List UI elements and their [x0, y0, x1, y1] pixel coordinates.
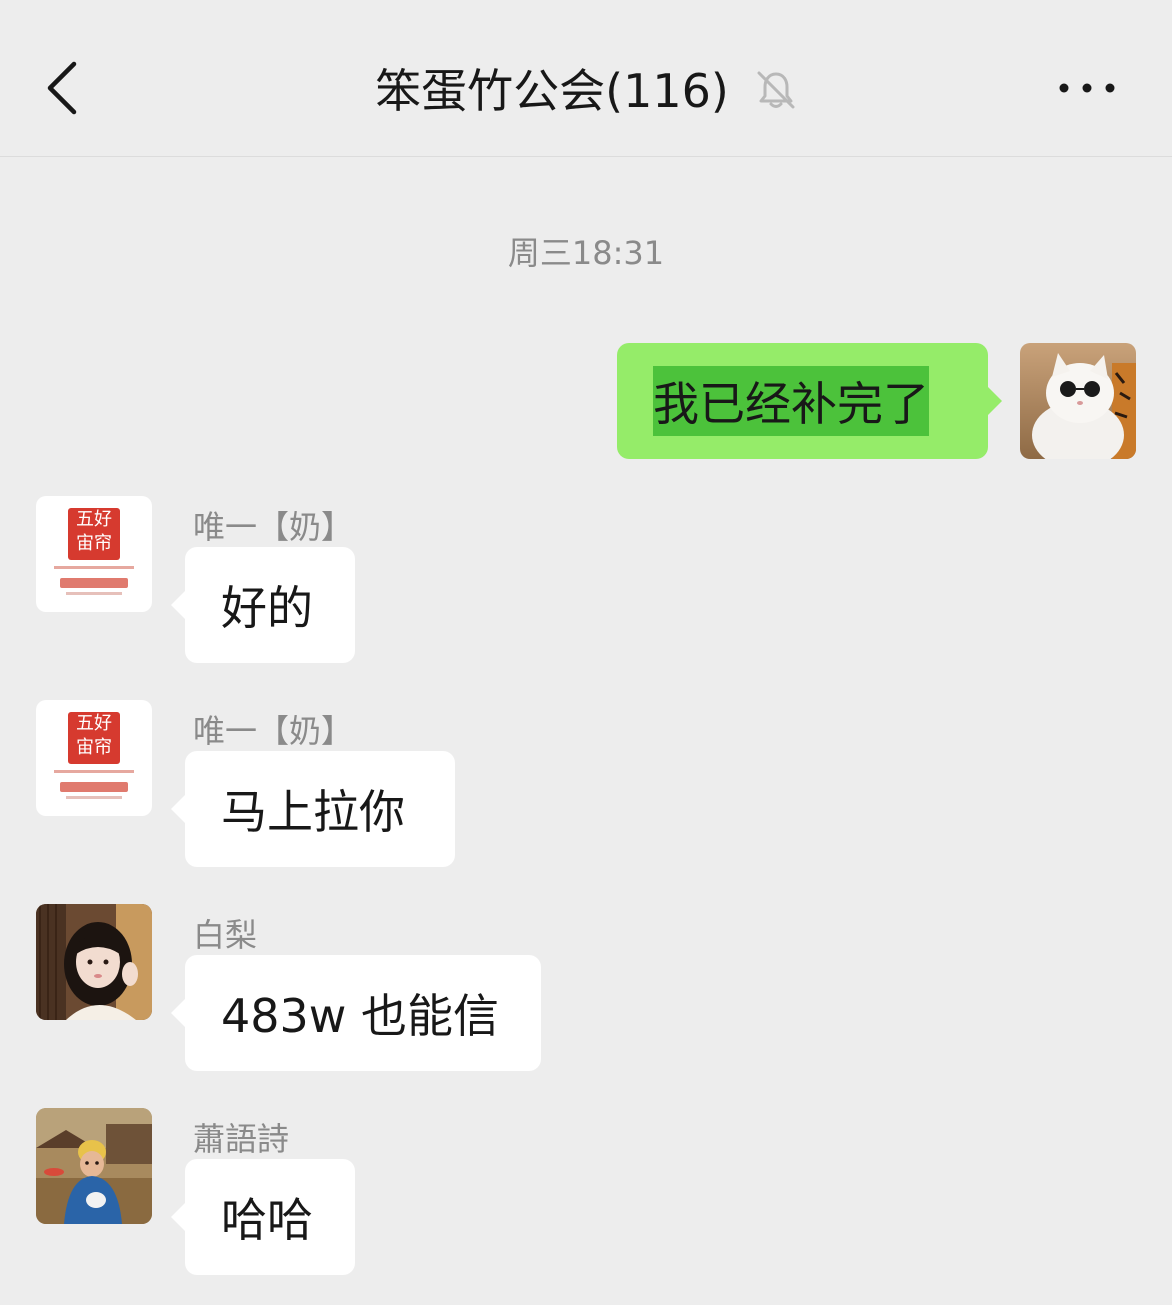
message-text: 好的 — [221, 581, 313, 635]
message-text: 哈哈 — [221, 1193, 313, 1247]
message-bubble-outgoing[interactable]: 我已经补完了 — [617, 343, 1002, 459]
logo-decoration — [60, 782, 128, 792]
shop-seal-logo: 五好 宙帘 — [68, 712, 120, 764]
chat-title: 笨蛋竹公会(116) — [375, 64, 729, 118]
message-bubble-incoming[interactable]: 哈哈 — [171, 1159, 355, 1275]
sender-name: 白梨 — [193, 916, 258, 954]
white-cat-sunglasses-avatar-image — [1020, 343, 1136, 459]
child-photo-avatar-image — [36, 1108, 152, 1224]
logo-decoration — [54, 566, 134, 569]
more-dots-icon — [1059, 83, 1115, 93]
logo-decoration — [66, 796, 122, 799]
shop-logo-avatar[interactable]: 五好 宙帘 — [36, 496, 152, 612]
shop-logo-avatar[interactable]: 五好 宙帘 — [36, 700, 152, 816]
message-text: 马上拉你 — [221, 785, 405, 839]
back-button[interactable] — [36, 52, 96, 124]
message-timestamp: 周三18:31 — [507, 234, 665, 272]
mute-bell-icon — [755, 69, 797, 111]
chat-header: 笨蛋竹公会(116) — [0, 0, 1172, 157]
girl-photo-avatar-image — [36, 904, 152, 1020]
chevron-left-icon — [47, 61, 77, 115]
shop-seal-logo: 五好 宙帘 — [68, 508, 120, 560]
sender-name: 唯一【奶】 — [193, 508, 354, 546]
message-bubble-incoming[interactable]: 马上拉你 — [171, 751, 455, 867]
more-options-button[interactable] — [1058, 70, 1118, 106]
logo-decoration — [60, 578, 128, 588]
message-bubble-incoming[interactable]: 483w 也能信 — [171, 955, 541, 1071]
sender-name: 唯一【奶】 — [193, 712, 354, 750]
message-bubble-incoming[interactable]: 好的 — [171, 547, 355, 663]
girl-photo-avatar[interactable] — [36, 904, 152, 1020]
message-text: 483w 也能信 — [221, 989, 500, 1043]
sender-name: 蕭語詩 — [193, 1120, 290, 1158]
message-text: 我已经补完了 — [653, 366, 929, 436]
child-photo-avatar[interactable] — [36, 1108, 152, 1224]
logo-decoration — [66, 592, 122, 595]
logo-decoration — [54, 770, 134, 773]
my-avatar[interactable] — [1020, 343, 1136, 459]
